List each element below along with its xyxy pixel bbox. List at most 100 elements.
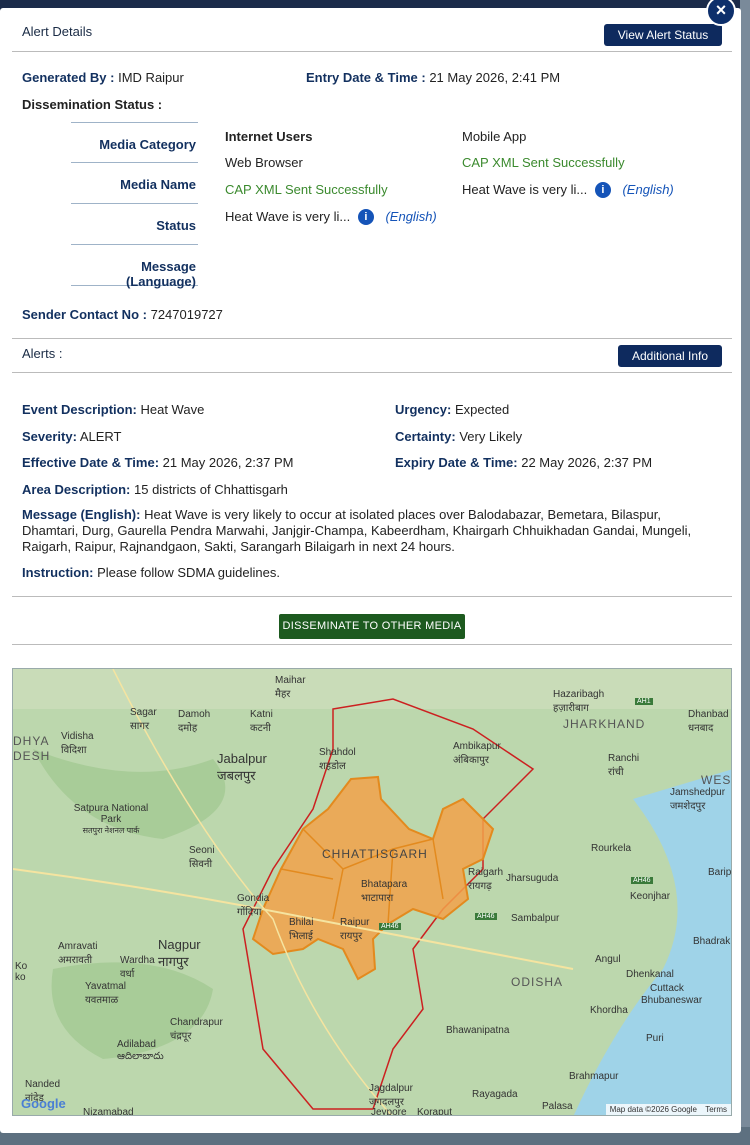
effective-date: Effective Date & Time: 21 May 2026, 2:37… bbox=[22, 455, 294, 470]
road-ah46-b: AH46 bbox=[475, 913, 497, 920]
map-label-jabalpur: Jabalpur जबलपुर bbox=[217, 751, 267, 783]
map-label-nizamabad: Nizamabad bbox=[83, 1107, 134, 1116]
col1-language-link[interactable]: (English) bbox=[385, 209, 436, 224]
map-label-brahmapur: Brahmapur bbox=[569, 1071, 619, 1082]
road-ah1: AH1 bbox=[635, 698, 653, 705]
map-label-yavatmal: Yavatmal यवतमाळ bbox=[85, 981, 126, 1006]
info-icon[interactable]: i bbox=[357, 209, 374, 225]
map-label-bhawanipatna: Bhawanipatna bbox=[446, 1025, 510, 1036]
region-odisha: ODISHA bbox=[511, 975, 564, 989]
urgency: Urgency: Expected bbox=[395, 402, 510, 417]
map-label-damoh: Damoh दमोह bbox=[178, 709, 211, 734]
map-attribution: Map data ©2026 Google Terms bbox=[605, 1104, 731, 1115]
map-label-puri: Puri bbox=[646, 1033, 664, 1044]
road-ah46-c: AH46 bbox=[379, 923, 401, 930]
background-right bbox=[740, 0, 750, 1145]
instruction: Instruction: Please follow SDMA guidelin… bbox=[22, 565, 280, 580]
sender-contact: Sender Contact No : 7247019727 bbox=[22, 307, 223, 322]
area-description: Area Description: 15 districts of Chhatt… bbox=[22, 482, 288, 497]
map-label-raipur: Raipur रायपुर bbox=[340, 917, 370, 942]
generated-by: Generated By : IMD Raipur bbox=[22, 70, 184, 85]
map-label-rourkela: Rourkela bbox=[591, 843, 632, 854]
map-label-vidisha: Vidisha विदिशा bbox=[61, 731, 94, 756]
info-icon[interactable]: i bbox=[594, 182, 611, 198]
map-label-sambalpur: Sambalpur bbox=[511, 913, 560, 924]
certainty: Certainty: Very Likely bbox=[395, 429, 523, 444]
map-label-palasa: Palasa bbox=[542, 1101, 573, 1112]
map-label-rayagada: Rayagada bbox=[472, 1089, 518, 1100]
view-alert-status-button[interactable]: View Alert Status bbox=[604, 24, 722, 46]
map-label-ranchi: Ranchi रांची bbox=[608, 753, 640, 778]
map-label-raigarh: Raigarh रायगढ़ bbox=[468, 867, 504, 892]
map-label-ambikapur: Ambikapur अंबिकापुर bbox=[453, 741, 501, 766]
map-label-nagpur: Nagpur नागपुर bbox=[158, 937, 201, 969]
category-message-language: Message (Language) bbox=[71, 245, 198, 289]
additional-info-button[interactable]: Additional Info bbox=[618, 345, 722, 367]
map-label-jagdalpur: Jagdalpur जगदलपुर bbox=[369, 1083, 413, 1108]
category-status: Status bbox=[71, 204, 198, 245]
alert-details-title: Alert Details bbox=[22, 24, 93, 39]
map-label-koraput: Koraput bbox=[417, 1107, 453, 1116]
map-label-katni: Katni कटनी bbox=[250, 709, 273, 734]
alerts-title: Alerts : bbox=[22, 346, 63, 361]
map-label-jamshedpur: Jamshedpur जमशेदपुर bbox=[670, 787, 726, 812]
terms-link[interactable]: Terms bbox=[705, 1105, 727, 1114]
map-label-keonjhar: Keonjhar bbox=[630, 891, 671, 902]
road-ah46: AH46 bbox=[631, 877, 653, 884]
expiry-date: Expiry Date & Time: 22 May 2026, 2:37 PM bbox=[395, 455, 653, 470]
map-label-hazaribagh: Hazaribagh हज़ारीबाग bbox=[553, 689, 605, 714]
col2-language-link[interactable]: (English) bbox=[622, 182, 673, 197]
col1-category: Internet Users bbox=[225, 129, 313, 144]
map-label-kola: Ko ko bbox=[15, 961, 28, 983]
map-label-bhilai: Bhilai भिलाई bbox=[289, 917, 314, 942]
map-label-chandrapur: Chandrapur चंद्रपूर bbox=[170, 1017, 223, 1042]
region-wes: WES bbox=[701, 773, 732, 787]
region-dhya: DHYA bbox=[13, 734, 50, 748]
map-label-angul: Angul bbox=[595, 954, 621, 965]
dissemination-status-label: Dissemination Status : bbox=[22, 97, 163, 112]
col1-status: CAP XML Sent Successfully bbox=[225, 182, 388, 197]
col1-message: Heat Wave is very li... i (English) bbox=[225, 209, 437, 225]
map-label-khordha: Khordha bbox=[590, 1005, 628, 1016]
region-desh: DESH bbox=[13, 749, 51, 763]
map-label-cuttack: Cuttack bbox=[650, 983, 684, 994]
alert-modal: × Alert Details View Alert Status Genera… bbox=[0, 0, 741, 1133]
map-label-gondia: Gondia गोंदिया bbox=[237, 893, 270, 918]
map-label-satpura: Satpura National Park सतपुरा नेशनल पार्क bbox=[73, 803, 149, 835]
col2-status: CAP XML Sent Successfully bbox=[462, 155, 625, 170]
map-label-jeypore: Jeypore bbox=[371, 1107, 407, 1116]
divider bbox=[12, 596, 732, 597]
map-label-bhadrak: Bhadrak bbox=[693, 936, 731, 947]
col2-message: Heat Wave is very li... i (English) bbox=[462, 182, 674, 198]
entry-date: Entry Date & Time : 21 May 2026, 2:41 PM bbox=[306, 70, 561, 85]
map-label-amravati: Amravati अमरावती bbox=[58, 941, 98, 966]
event-description: Event Description: Heat Wave bbox=[22, 402, 205, 417]
col2-category: Mobile App bbox=[462, 129, 527, 144]
alert-details-header: Alert Details View Alert Status bbox=[12, 8, 732, 52]
category-media-name: Media Name bbox=[71, 163, 198, 204]
map-label-bhubaneswar: Bhubaneswar bbox=[641, 995, 703, 1006]
map-label-barip: Barip bbox=[708, 867, 732, 878]
map-label-dhenkanal: Dhenkanal bbox=[626, 969, 674, 980]
map-label-wardha: Wardha वर्धा bbox=[120, 955, 155, 980]
map-label-seoni: Seoni सिवनी bbox=[189, 845, 215, 870]
google-logo: Google bbox=[21, 1096, 66, 1111]
map-label-maihar: Maihar मैहर bbox=[275, 675, 306, 700]
region-jharkhand: JHARKHAND bbox=[563, 717, 646, 731]
map-label-jharsuguda: Jharsuguda bbox=[506, 873, 559, 884]
message-english: Message (English): Heat Wave is very lik… bbox=[22, 507, 692, 554]
divider bbox=[12, 644, 732, 645]
alerts-header: Alerts : Additional Info bbox=[12, 338, 732, 373]
map-label-adilabad: Adilabad ఆదిలాబాదు bbox=[117, 1039, 164, 1062]
disseminate-button[interactable]: DISSEMINATE TO OTHER MEDIA bbox=[279, 614, 465, 639]
col1-name: Web Browser bbox=[225, 155, 303, 170]
map-label-shahdol: Shahdol शहडोल bbox=[319, 747, 356, 772]
map-label-bhatapara: Bhatapara भाटापारा bbox=[361, 879, 408, 904]
media-category-column: Media Category Media Name Status Message… bbox=[71, 122, 198, 289]
category-media-category: Media Category bbox=[71, 122, 198, 163]
map-label-sagar: Sagar सागर bbox=[130, 707, 157, 732]
alert-map[interactable]: Sagar सागर Damoh दमोह Katni कटनी Maihar मैहर… bbox=[12, 668, 732, 1116]
map-label-dhanbad: Dhanbad धनबाद bbox=[688, 709, 729, 734]
severity: Severity: ALERT bbox=[22, 429, 122, 444]
region-chhattisgarh: CHHATTISGARH bbox=[322, 847, 428, 861]
